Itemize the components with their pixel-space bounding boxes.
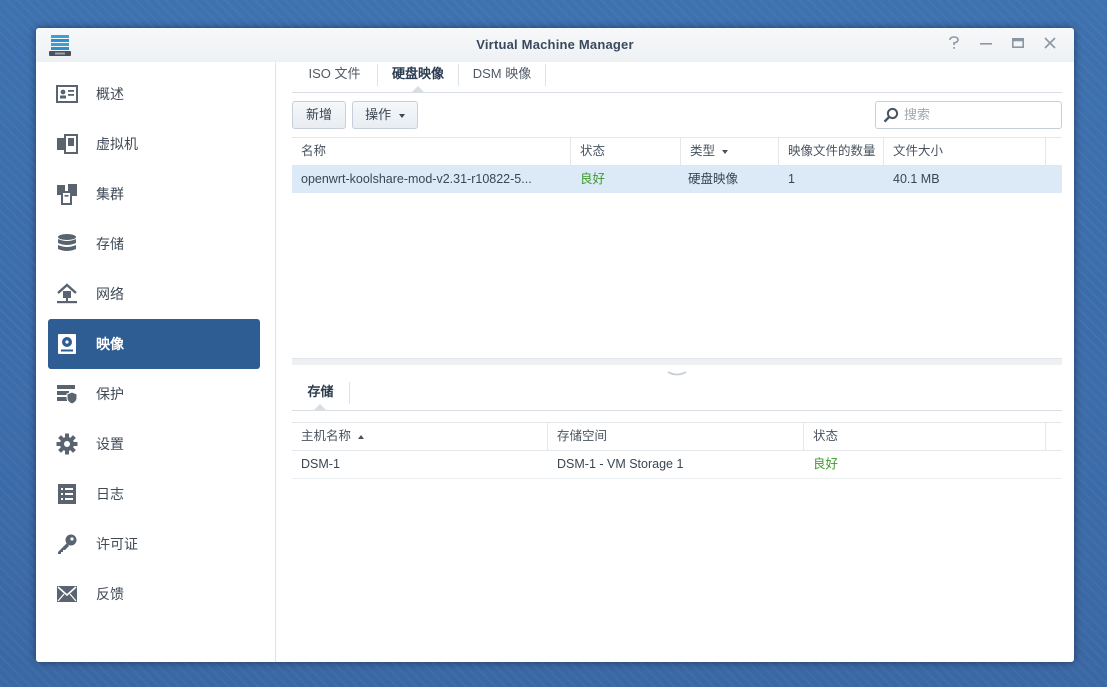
sidebar-item-label: 设置 [96,436,124,452]
action-button[interactable]: 操作 [352,101,418,129]
active-tab-pointer [314,404,326,410]
image-tabs: ISO 文件 硬盘映像 DSM 映像 [292,62,1062,93]
column-header-status[interactable]: 状态 [804,423,1046,450]
sidebar-item-label: 虚拟机 [96,136,138,152]
column-header-name[interactable]: 名称 [292,138,571,165]
sidebar-item-feedback[interactable]: 反馈 [48,569,260,619]
sidebar-item-protection[interactable]: 保护 [48,369,260,419]
overview-icon [56,83,78,105]
network-icon [56,283,78,305]
cell-host-name: DSM-1 [301,457,340,471]
sort-asc-icon [357,434,364,439]
active-tab-pointer [412,86,424,92]
sidebar-item-label: 存储 [96,236,124,252]
cluster-icon [56,183,78,205]
cell-volume: DSM-1 - VM Storage 1 [557,457,684,471]
sidebar-item-settings[interactable]: 设置 [48,419,260,469]
cell-status: 良好 [813,457,839,471]
vm-icon [56,133,78,155]
close-icon[interactable] [1040,36,1060,54]
sidebar-item-label: 网络 [96,286,124,302]
sidebar-item-label: 许可证 [96,536,138,552]
maximize-icon[interactable] [1008,36,1028,54]
cell-file-count: 1 [788,172,795,186]
tab-separator [545,64,546,86]
sidebar-item-vm[interactable]: 虚拟机 [48,119,260,169]
main-content: ISO 文件 硬盘映像 DSM 映像 新增 操作 名称 状态 类型 [276,62,1074,662]
search-icon [883,107,899,126]
storage-table-header: 主机名称 存储空间 状态 [292,422,1062,451]
sidebar-item-network[interactable]: 网络 [48,269,260,319]
sidebar-item-label: 反馈 [96,586,124,602]
column-header-type[interactable]: 类型 [681,138,779,165]
table-row[interactable]: DSM-1 DSM-1 - VM Storage 1 良好 [292,451,1062,479]
column-header-host-name[interactable]: 主机名称 [292,423,548,450]
action-button-label: 操作 [365,107,392,122]
image-icon [56,333,78,355]
cell-file-size: 40.1 MB [893,172,940,186]
cell-name: openwrt-koolshare-mod-v2.31-r10822-5... [301,172,532,186]
column-header-status[interactable]: 状态 [571,138,681,165]
panel-splitter[interactable] [292,358,1062,376]
cell-type: 硬盘映像 [688,172,739,186]
sort-desc-icon [721,149,728,154]
column-header-file-count[interactable]: 映像文件的数量 [779,138,884,165]
license-icon [56,533,78,555]
help-icon[interactable] [944,36,964,54]
tab-iso-files[interactable]: ISO 文件 [292,62,377,92]
tab-dsm-image[interactable]: DSM 映像 [459,62,545,92]
column-header-file-size[interactable]: 文件大小 [884,138,1046,165]
settings-icon [56,433,78,455]
title-bar[interactable]: Virtual Machine Manager [36,28,1074,62]
storage-tabs: 存储 [292,380,1062,411]
splitter-grip-icon [667,365,687,376]
sidebar-item-log[interactable]: 日志 [48,469,260,519]
search-input[interactable] [904,102,1054,126]
sidebar-item-image[interactable]: 映像 [48,319,260,369]
column-header-host-name-label: 主机名称 [301,429,352,443]
storage-icon [56,233,78,255]
new-button[interactable]: 新增 [292,101,346,129]
minimize-icon[interactable] [976,36,996,54]
table-row[interactable]: openwrt-koolshare-mod-v2.31-r10822-5... … [292,166,1062,193]
sidebar-item-overview[interactable]: 概述 [48,69,260,119]
images-table: 名称 状态 类型 映像文件的数量 文件大小 openwrt-koolshare-… [292,137,1062,357]
search-box[interactable] [875,101,1062,129]
sidebar-item-cluster[interactable]: 集群 [48,169,260,219]
sidebar-item-license[interactable]: 许可证 [48,519,260,569]
sidebar: 概述 虚拟机 集群 存储 网络 映像 保护 设置 日志 许可证 反馈 [36,62,276,662]
sidebar-item-storage[interactable]: 存储 [48,219,260,269]
window-title: Virtual Machine Manager [476,37,634,52]
protection-icon [56,383,78,405]
log-icon [56,483,78,505]
sidebar-item-label: 集群 [96,186,124,202]
column-header-type-label: 类型 [690,144,716,158]
images-table-header: 名称 状态 类型 映像文件的数量 文件大小 [292,137,1062,166]
caret-down-icon [398,113,405,118]
cell-status: 良好 [580,172,606,186]
sidebar-item-label: 概述 [96,86,124,102]
sidebar-item-label: 保护 [96,386,124,402]
vmm-window: Virtual Machine Manager 概述 虚拟机 集群 存储 网络 … [36,28,1074,662]
feedback-icon [56,583,78,605]
tab-separator [349,382,350,404]
sidebar-item-label: 映像 [96,336,124,352]
sidebar-item-label: 日志 [96,486,124,502]
column-header-volume[interactable]: 存储空间 [548,423,804,450]
storage-table: 主机名称 存储空间 状态 DSM-1 DSM-1 - VM Storage 1 … [292,422,1062,482]
